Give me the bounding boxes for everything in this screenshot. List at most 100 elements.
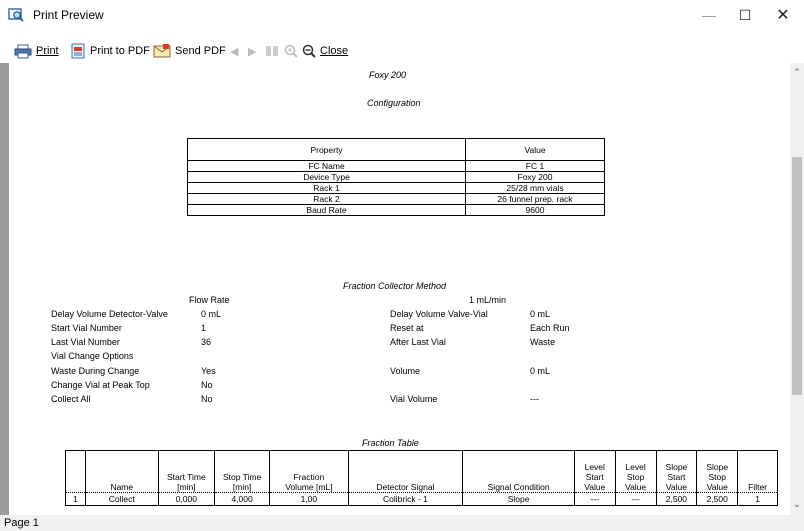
arrow-right-icon: ▶ (248, 45, 257, 58)
close-window-button[interactable]: ✕ (760, 0, 804, 30)
method-label: Delay Volume Detector-Valve (51, 309, 168, 319)
config-value: FC 1 (465, 160, 605, 172)
printer-icon (14, 44, 32, 58)
fraction-header: Fraction Volume [mL] (269, 450, 349, 493)
method-value: Yes (201, 366, 216, 376)
method-value: --- (530, 394, 539, 404)
fraction-header: Filter (737, 450, 778, 493)
method-label: After Last Vial (390, 337, 446, 347)
fraction-header (65, 450, 86, 493)
config-value: 9600 (465, 204, 605, 216)
scrollbar-thumb[interactable] (792, 157, 802, 395)
fraction-header: Stop Time [min] (213, 450, 271, 493)
print-preview-window: Print Preview — ☐ ✕ Print Print to PDF S… (0, 0, 804, 531)
fraction-cell: 1,00 (269, 492, 349, 506)
fraction-cell: 1 (737, 492, 778, 506)
fraction-header: Signal Condition (462, 450, 575, 493)
method-label: Vial Volume (390, 394, 438, 404)
fraction-table: Name Start Time [min] Stop Time [min] Fr… (65, 450, 778, 506)
method-value: 0 mL (201, 309, 222, 319)
fraction-header: Level Stop Value (614, 450, 657, 493)
zoom-out-button[interactable] (302, 42, 320, 60)
title-bar: Print Preview — ☐ ✕ (0, 0, 804, 30)
scroll-up-icon[interactable]: ⌃ (792, 67, 802, 77)
fraction-header: Level Start Value (573, 450, 616, 493)
flow-rate-value: 1 mL/min (469, 295, 507, 305)
method-label: Delay Volume Valve-Vial (390, 309, 488, 319)
config-property: Baud Rate (187, 204, 466, 216)
send-pdf-label: Send PDF (175, 45, 226, 57)
config-property: Rack 2 (187, 193, 466, 205)
method-label: Change Vial at Peak Top (51, 380, 150, 390)
config-header-property: Property (187, 138, 466, 161)
method-value: No (201, 380, 213, 390)
zoom-in-button[interactable] (284, 42, 302, 60)
method-value: 0 mL (530, 366, 551, 376)
fraction-cell: --- (614, 492, 657, 506)
page-indicator: Page 1 (4, 517, 39, 529)
configuration-table: Property Value FC Name FC 1 Device Type … (187, 138, 605, 216)
config-header-value: Value (465, 138, 605, 161)
method-value: Waste (530, 337, 556, 347)
fraction-cell: --- (573, 492, 616, 506)
method-value: No (201, 394, 213, 404)
print-label: Print (36, 45, 59, 57)
fraction-header: Start Time [min] (157, 450, 216, 493)
flow-rate-label: Flow Rate (189, 295, 230, 305)
table-row: Rack 1 25/28 mm vials (187, 182, 605, 194)
next-page-button[interactable]: ▶ (248, 42, 256, 60)
config-property: Device Type (187, 171, 466, 183)
method-label: Collect All (51, 394, 91, 404)
fraction-cell: 0,000 (157, 492, 216, 506)
table-row: 1 Collect 0,000 4,000 1,00 Colibrick - 1… (65, 492, 778, 506)
method-label: Reset at (390, 323, 424, 333)
configuration-heading: Configuration (367, 98, 421, 108)
send-mail-icon (153, 44, 171, 58)
fraction-cell: 4,000 (213, 492, 271, 506)
status-bar: Page 1 (0, 515, 804, 531)
table-row: FC Name FC 1 (187, 160, 605, 172)
config-value: 26 funnel prep. rack (465, 193, 605, 205)
table-row: Baud Rate 9600 (187, 204, 605, 216)
send-pdf-button[interactable]: Send PDF (153, 42, 226, 60)
page-layout-icon (266, 46, 278, 56)
config-property: Rack 1 (187, 182, 466, 194)
fraction-cell: 2,500 (655, 492, 698, 506)
print-button[interactable]: Print (14, 42, 59, 60)
vertical-scrollbar[interactable]: ⌃ ⌄ (790, 63, 804, 515)
print-to-pdf-label: Print to PDF (90, 45, 150, 57)
fraction-cell: 2,500 (696, 492, 739, 506)
close-preview-button[interactable]: Close (320, 42, 348, 60)
method-heading: Fraction Collector Method (343, 281, 447, 291)
window-title: Print Preview (33, 8, 104, 22)
table-row: Device Type Foxy 200 (187, 171, 605, 183)
fraction-cell: Slope (462, 492, 575, 506)
toolbar: Print Print to PDF Send PDF ◀ ▶ Close (0, 40, 804, 62)
device-title: Foxy 200 (369, 70, 407, 80)
zoom-in-icon (284, 44, 298, 58)
print-to-pdf-button[interactable]: Print to PDF (70, 42, 150, 60)
page-background-edge (0, 63, 9, 515)
method-value: 1 (201, 323, 207, 333)
fraction-header: Detector Signal (347, 450, 464, 493)
previous-page-button[interactable]: ◀ (230, 42, 238, 60)
close-label: Close (320, 45, 349, 57)
preview-viewport[interactable]: Foxy 200 Configuration Property Value FC… (0, 63, 790, 515)
fraction-cell: 1 (65, 492, 86, 506)
scroll-down-icon[interactable]: ⌄ (792, 499, 802, 509)
config-property: FC Name (187, 160, 466, 172)
fraction-header: Name (84, 450, 159, 493)
pdf-icon (71, 43, 85, 59)
method-label: Last Vial Number (51, 337, 120, 347)
arrow-left-icon: ◀ (230, 45, 239, 58)
fraction-cell: Collect (84, 492, 159, 506)
print-preview-icon (8, 8, 24, 22)
method-label: Waste During Change (51, 366, 140, 376)
fraction-header: Slope Stop Value (696, 450, 739, 493)
method-value: 0 mL (530, 309, 551, 319)
page-layout-button[interactable] (265, 42, 283, 60)
fraction-cell: Colibrick - 1 (347, 492, 464, 506)
table-row: Rack 2 26 funnel prep. rack (187, 193, 605, 205)
method-label: Vial Change Options (51, 351, 134, 361)
config-value: Foxy 200 (465, 171, 605, 183)
